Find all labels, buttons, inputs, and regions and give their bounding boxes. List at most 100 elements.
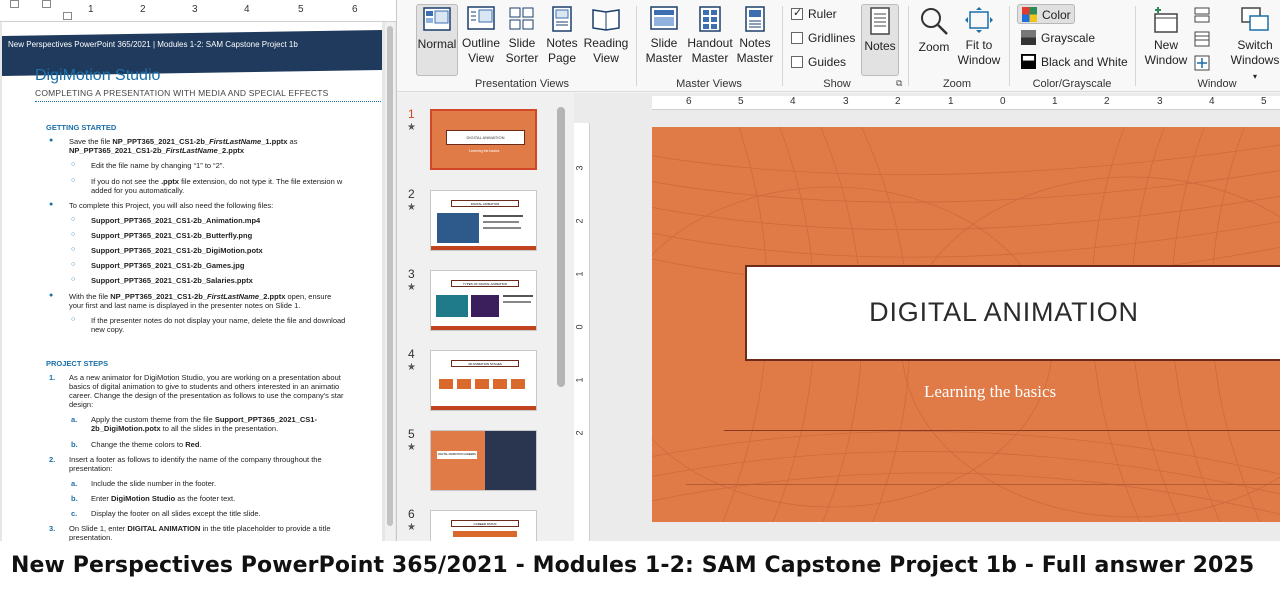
thumbnail-shape: [453, 531, 517, 537]
checkbox-unchecked-icon: [791, 56, 803, 68]
fit-to-window-label-2: Window: [957, 53, 1001, 67]
grayscale-button[interactable]: Grayscale: [1017, 28, 1095, 48]
presenter-notes-line-2: your first and last name is displayed in…: [69, 301, 301, 310]
step2-line-2: presentation:: [69, 464, 113, 473]
slide-thumbnail-5[interactable]: DIGITAL ANIMATION CAREERS: [430, 430, 537, 491]
step3-line-2: presentation.: [69, 533, 113, 541]
bold-text: Red: [185, 440, 200, 449]
thumbnail-scrollbar-thumb[interactable]: [557, 107, 565, 387]
zoom-button[interactable]: Zoom: [916, 4, 952, 55]
extension-line-2: added for you automatically.: [91, 186, 185, 195]
thumbnail-title: CAREER PATHS: [451, 520, 519, 527]
view-ribbon: Normal Outline View Slide Sorter Notes P…: [397, 0, 1280, 92]
step2a-line: Include the slide number in the footer.: [91, 479, 217, 488]
slide-thumbnail-6[interactable]: CAREER PATHS: [430, 510, 537, 541]
document-subtitle: COMPLETING A PRESENTATION WITH MEDIA AND…: [35, 88, 329, 98]
step-number: 3.: [49, 524, 56, 533]
bold-text: DigiMotion Studio: [111, 494, 176, 503]
thumbnail-title: DIGITAL ANIMATION: [446, 130, 525, 145]
ruler-number: 3: [574, 165, 585, 171]
project-steps-heading: PROJECT STEPS: [46, 359, 109, 368]
slide-thumbnail-1[interactable]: DIGITAL ANIMATION Learning the basics: [430, 109, 537, 170]
slide-title-placeholder[interactable]: DIGITAL ANIMATION: [745, 265, 1280, 361]
notes-toggle-button[interactable]: Notes: [861, 4, 899, 76]
notes-master-button[interactable]: Notes Master: [735, 4, 775, 66]
slide-master-button[interactable]: Slide Master: [644, 4, 684, 66]
thumbnail-number: 6: [408, 507, 415, 521]
slide-sorter-button[interactable]: Slide Sorter: [503, 4, 541, 66]
reading-view-label: Reading: [583, 36, 629, 50]
ruler-checkbox[interactable]: Ruler: [791, 6, 837, 21]
text: to all the slides in the presentation.: [160, 424, 279, 433]
step-letter: b.: [71, 494, 78, 503]
thumbnail-title: DIGITAL ANIMATION: [451, 200, 519, 207]
slide-thumbnail-2[interactable]: DIGITAL ANIMATION: [430, 190, 537, 251]
video-caption: New Perspectives PowerPoint 365/2021 - M…: [11, 553, 1255, 578]
thumbnail-title: 3D ANIMATION STAGES: [451, 360, 519, 367]
animation-star-icon: ★: [407, 522, 416, 533]
file-name: NP_PPT365_2021_CS1-2b_: [69, 146, 166, 155]
current-slide[interactable]: DIGITAL ANIMATION Learning the basics: [652, 127, 1280, 522]
bullet: ○: [71, 177, 76, 184]
document-page[interactable]: New Perspectives PowerPoint 365/2021 | M…: [2, 22, 382, 541]
document-banner-text: New Perspectives PowerPoint 365/2021 | M…: [8, 40, 298, 49]
cascade-icon[interactable]: [1194, 31, 1210, 47]
text: in the title placeholder to provide a ti…: [200, 524, 331, 533]
switch-windows-button[interactable]: Switch Windows ▾: [1228, 4, 1280, 84]
hanging-indent-marker[interactable]: [63, 12, 72, 20]
slide-thumbnail-4[interactable]: 3D ANIMATION STAGES: [430, 350, 537, 411]
guides-checkbox[interactable]: Guides: [791, 55, 846, 69]
color-button[interactable]: Color: [1017, 4, 1075, 24]
color-icon: [1022, 7, 1037, 22]
thumbnail-number: 2: [408, 187, 415, 201]
slide-thumbnail-panel[interactable]: 1 ★ DIGITAL ANIMATION Learning the basic…: [397, 93, 574, 541]
ruler-number: 5: [1261, 96, 1267, 107]
step-letter: a.: [71, 479, 78, 488]
new-window-button[interactable]: New Window: [1143, 4, 1189, 68]
thumbnail-text-line: [483, 227, 521, 229]
guides-label: Guides: [808, 55, 847, 69]
document-scrollbar-thumb[interactable]: [387, 26, 393, 526]
getting-started-heading: GETTING STARTED: [46, 123, 117, 132]
thumbnail-image: [436, 295, 468, 317]
thumbnail-image: [437, 213, 479, 243]
animation-star-icon: ★: [407, 442, 416, 453]
grayscale-label: Grayscale: [1041, 31, 1096, 45]
normal-view-button[interactable]: Normal: [416, 4, 458, 76]
zoom-group-label: Zoom: [942, 78, 972, 90]
black-and-white-button[interactable]: Black and White: [1017, 52, 1128, 72]
reading-view-button[interactable]: Reading View: [583, 4, 629, 66]
support-file-item: Support_PPT365_2021_CS1-2b_Butterfly.png: [91, 231, 253, 240]
text: Save the file: [69, 137, 113, 146]
grayscale-icon: [1021, 30, 1036, 45]
left-indent-marker[interactable]: [10, 0, 19, 8]
move-split-icon[interactable]: [1194, 55, 1210, 71]
support-file-item: Support_PPT365_2021_CS1-2b_Salaries.pptx: [91, 276, 253, 285]
outline-view-button[interactable]: Outline View: [460, 4, 502, 66]
ruler-number: 3: [1157, 96, 1163, 107]
slide-subtitle[interactable]: Learning the basics: [924, 382, 1056, 402]
gridlines-checkbox[interactable]: Gridlines: [791, 31, 855, 45]
outline-view-label-2: View: [468, 51, 494, 65]
vertical-ruler[interactable]: 3 2 1 0 1 2: [574, 123, 590, 541]
arrange-all-icon[interactable]: [1194, 7, 1210, 23]
fit-to-window-button[interactable]: Fit to Window: [956, 4, 1002, 68]
document-ruler[interactable]: 1 2 3 4 5 6: [0, 0, 396, 22]
file-name-suffix: _1.pptx: [261, 137, 288, 146]
handout-master-button[interactable]: Handout Master: [686, 4, 734, 66]
switch-windows-label: Switch: [1237, 38, 1273, 52]
show-dialog-launcher-icon[interactable]: ⧉: [896, 78, 902, 89]
ruler-number: 1: [1052, 96, 1058, 107]
notes-page-button[interactable]: Notes Page: [543, 4, 581, 66]
notes-page-label: Notes: [546, 36, 578, 50]
notes-icon: [870, 7, 890, 35]
slide-thumbnail-3[interactable]: TYPES OF DIGITAL ANIMATION: [430, 270, 537, 331]
fit-to-window-icon: [965, 7, 993, 33]
group-separator: [908, 6, 909, 86]
animation-star-icon: ★: [407, 122, 416, 133]
presenter-notes-line: With the file NP_PPT365_2021_CS1-2b_Firs…: [69, 292, 331, 301]
horizontal-ruler[interactable]: 6 5 4 3 2 1 0 1 2 3 4 5: [652, 96, 1280, 110]
outline-view-icon: [467, 6, 495, 30]
first-line-indent-marker[interactable]: [42, 0, 51, 8]
show-group-label: Show: [823, 78, 851, 90]
